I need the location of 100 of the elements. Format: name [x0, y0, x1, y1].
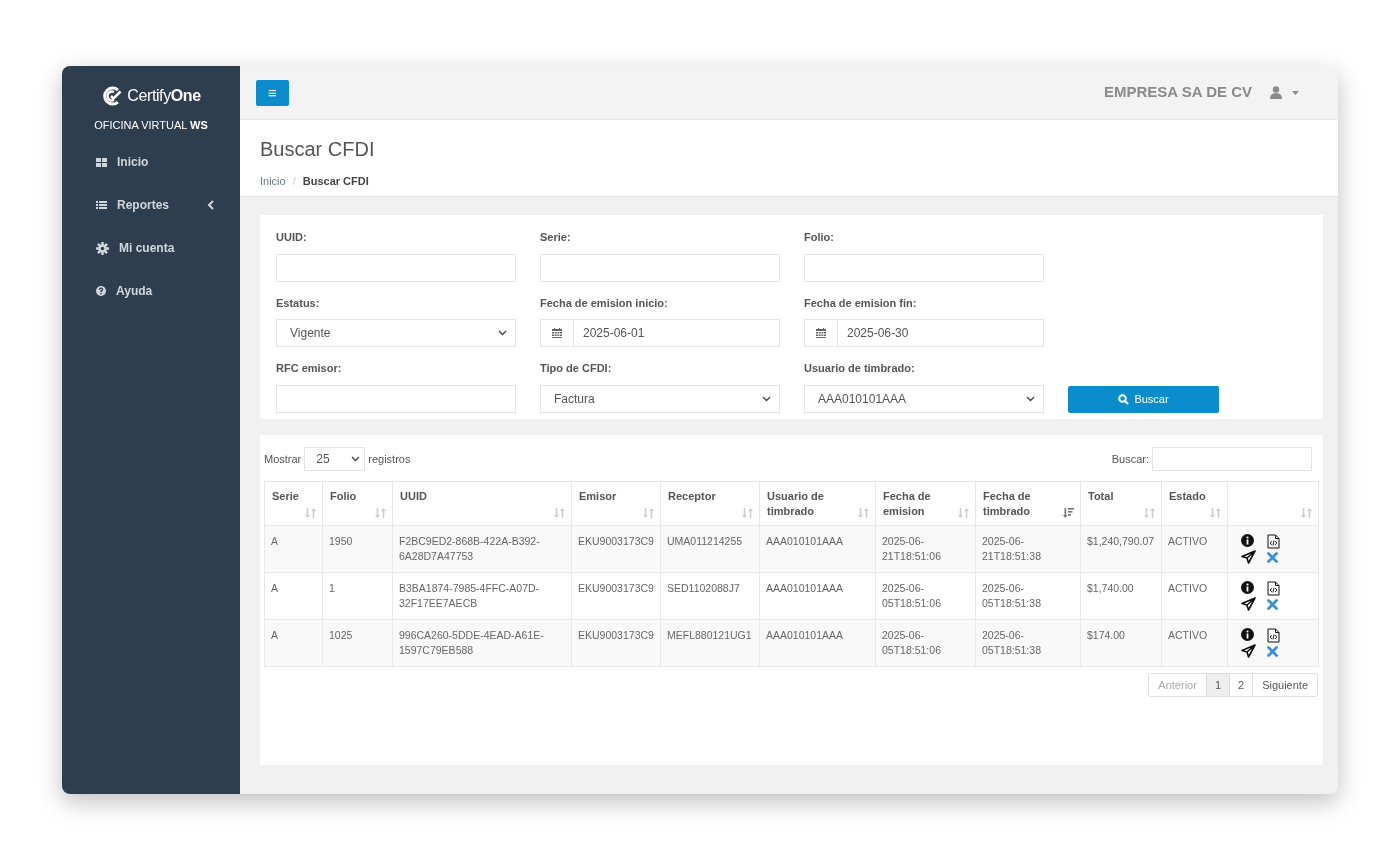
column-header[interactable]: Fecha de timbrado	[975, 481, 1081, 526]
table-cell: B3BA1874-7985-4FFC-A07D-32F17EE7AECB	[392, 572, 572, 620]
column-header[interactable]: Folio	[322, 481, 393, 526]
column-header[interactable]: Usuario de timbrado	[759, 481, 876, 526]
paper-plane-icon[interactable]	[1241, 597, 1256, 611]
chevron-down-icon	[762, 395, 771, 402]
column-header[interactable]: UUID	[392, 481, 572, 526]
sidebar-item[interactable]: Ayuda	[62, 269, 240, 313]
text-field[interactable]	[276, 253, 516, 282]
field-label: Usuario de timbrado:	[804, 361, 916, 376]
field-label: Fecha de emision fin:	[804, 295, 918, 311]
date-field[interactable]: 2025-06-01	[540, 319, 780, 347]
table-cell: ACTIVO	[1161, 572, 1228, 620]
calendar-icon	[552, 328, 562, 338]
code-file-icon[interactable]	[1267, 534, 1280, 549]
table-cell: SED1102088J7	[660, 572, 760, 620]
breadcrumb-link[interactable]: Inicio	[260, 173, 286, 190]
grid-icon	[96, 157, 107, 167]
text-field[interactable]	[540, 253, 780, 282]
app-subtitle: OFICINA VIRTUAL WS	[93, 118, 209, 133]
length-label: Mostrar	[264, 451, 302, 467]
column-header[interactable]: Receptor	[660, 481, 760, 526]
table-cell: AAA010101AAA	[759, 525, 876, 573]
company-name: EMPRESA SA DE CV	[1103, 82, 1252, 103]
field-label: RFC emisor:	[276, 361, 343, 376]
page-button[interactable]: 1	[1205, 674, 1229, 696]
close-icon[interactable]	[1267, 552, 1278, 563]
code-file-icon[interactable]	[1267, 628, 1280, 643]
breadcrumb-separator: /	[292, 174, 296, 189]
table-cell: 1	[322, 572, 393, 620]
table-cell: 1025	[322, 619, 393, 667]
sidebar-item[interactable]: Inicio	[62, 140, 240, 184]
close-icon[interactable]	[1267, 599, 1278, 610]
search-label: Buscar:	[1111, 451, 1149, 467]
info-icon[interactable]	[1241, 534, 1254, 547]
field-label: Serie:	[540, 230, 572, 245]
search-icon	[1118, 393, 1130, 405]
user-icon[interactable]	[1270, 86, 1282, 99]
next-button[interactable]: Siguiente	[1252, 674, 1317, 696]
table-cell: ACTIVO	[1161, 619, 1228, 667]
table-cell: $1,240,790.07	[1080, 525, 1162, 573]
sidebar-item[interactable]: Reportes	[62, 183, 240, 227]
dropdown[interactable]: Vigente	[276, 319, 516, 347]
table-cell: 2025-06-05T18:51:38	[975, 572, 1081, 620]
code-file-icon[interactable]	[1267, 581, 1280, 596]
column-header[interactable]: Fecha de emision	[875, 481, 976, 526]
page-size-dropdown[interactable]: 25	[304, 447, 366, 471]
field-label: UUID:	[276, 230, 308, 245]
dropdown[interactable]: AAA010101AAA	[804, 384, 1044, 413]
table-cell: 2025-06-05T18:51:06	[875, 619, 976, 667]
text-field[interactable]	[804, 253, 1044, 282]
paper-plane-icon[interactable]	[1241, 644, 1256, 658]
sidebar-item[interactable]: Mi cuenta	[62, 226, 240, 270]
menu-button[interactable]: ≡	[256, 79, 289, 106]
table-cell: 2025-06-21T18:51:38	[975, 525, 1081, 573]
column-header[interactable]: Total	[1080, 481, 1162, 526]
breadcrumb-current: Buscar CFDI	[302, 174, 369, 189]
chevron-down-icon	[498, 330, 507, 336]
table-cell: EKU9003173C9	[571, 572, 661, 620]
page-title: Buscar CFDI	[260, 137, 376, 162]
calendar-icon	[816, 328, 826, 338]
logo-icon	[101, 85, 124, 107]
table-cell: F2BC9ED2-868B-422A-B392-6A28D7A47753	[392, 525, 572, 573]
chevron-down-icon	[1026, 395, 1035, 402]
field-label: Fecha de emision inicio:	[540, 295, 669, 311]
brand-logo-text: CertifyOne	[127, 86, 201, 106]
table-cell: EKU9003173C9	[571, 619, 661, 667]
table-cell: 2025-06-05T18:51:06	[875, 572, 976, 620]
table-cell: 996CA260-5DDE-4EAD-A61E-1597C79EB588	[392, 619, 572, 667]
table-cell: A	[264, 572, 323, 620]
table-cell: MEFL880121UG1	[660, 619, 760, 667]
caret-icon[interactable]	[1292, 90, 1299, 95]
close-icon[interactable]	[1267, 646, 1278, 657]
table-cell: 2025-06-05T18:51:38	[975, 619, 1081, 667]
table-cell: $174.00	[1080, 619, 1162, 667]
column-header[interactable]: Estado	[1161, 481, 1228, 526]
table-cell: AAA010101AAA	[759, 619, 876, 667]
info-icon[interactable]	[1241, 628, 1254, 641]
table-cell: UMA011214255	[660, 525, 760, 573]
table-cell: 2025-06-21T18:51:06	[875, 525, 976, 573]
column-header[interactable]: Emisor	[571, 481, 661, 526]
search-button[interactable]: Buscar	[1068, 385, 1219, 413]
table-cell: EKU9003173C9	[571, 525, 661, 573]
chevron-down-icon	[351, 456, 361, 462]
table-cell: AAA010101AAA	[759, 572, 876, 620]
table-cell: A	[264, 619, 323, 667]
info-icon[interactable]	[1241, 581, 1254, 594]
list-icon	[96, 201, 107, 209]
dropdown[interactable]: Factura	[540, 384, 780, 413]
settings-icon	[96, 241, 109, 255]
paper-plane-icon[interactable]	[1241, 550, 1256, 564]
column-header[interactable]: Serie	[264, 481, 323, 526]
text-field[interactable]	[276, 384, 516, 413]
length-label: registros	[368, 451, 411, 467]
search-field[interactable]	[1152, 447, 1312, 471]
field-label: Folio:	[804, 230, 835, 245]
table-cell: $1,740.00	[1080, 572, 1162, 620]
date-field[interactable]: 2025-06-30	[804, 319, 1044, 347]
field-label: Estatus:	[276, 295, 321, 311]
field-label: Tipo de CFDI:	[540, 361, 613, 376]
